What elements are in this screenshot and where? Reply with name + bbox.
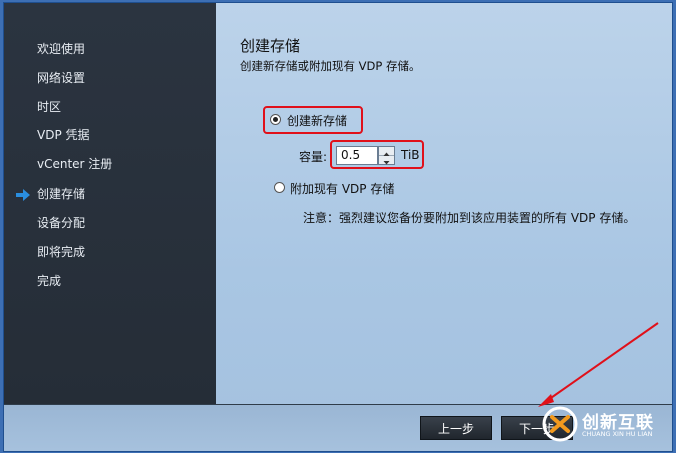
step-device-allocation[interactable]: 设备分配 (37, 215, 85, 231)
capacity-input[interactable]: 0.5 (336, 146, 378, 165)
step-create-storage[interactable]: 创建存储 (37, 186, 85, 202)
back-button[interactable]: 上一步 (420, 416, 492, 440)
spin-up-icon[interactable] (379, 147, 394, 156)
step-time-zone[interactable]: 时区 (37, 99, 61, 115)
arrow-right-icon (16, 189, 30, 201)
attach-note: 注意：强烈建议您备份要附加到该应用装置的所有 VDP 存储。 (303, 211, 636, 225)
watermark-logo: 创新互联 CHUANG XIN HU LIAN (540, 404, 676, 444)
step-network-settings[interactable]: 网络设置 (37, 70, 85, 86)
capacity-label: 容量: (299, 150, 328, 164)
radio-create-new-storage-label[interactable]: 创建新存储 (287, 112, 347, 129)
capacity-unit: TiB (401, 148, 420, 162)
page-title: 创建存储 (240, 37, 301, 55)
capacity-stepper[interactable] (378, 146, 395, 165)
step-ready-to-complete[interactable]: 即将完成 (37, 244, 85, 260)
watermark-subtext: CHUANG XIN HU LIAN (582, 430, 653, 438)
page-subtitle: 创建新存储或附加现有 VDP 存储。 (240, 59, 421, 73)
radio-attach-existing-storage-label[interactable]: 附加现有 VDP 存储 (290, 180, 394, 197)
radio-attach-existing-storage[interactable] (274, 182, 285, 193)
logo-mark-icon (542, 406, 578, 442)
step-vdp-credentials[interactable]: VDP 凭据 (37, 127, 90, 143)
radio-create-new-storage[interactable] (270, 114, 281, 125)
main-content: 创建存储 创建新存储或附加现有 VDP 存储。 (216, 3, 672, 404)
step-vcenter-registration[interactable]: vCenter 注册 (37, 156, 112, 172)
step-welcome[interactable]: 欢迎使用 (37, 41, 85, 57)
wizard-steps-sidebar: 欢迎使用 网络设置 时区 VDP 凭据 vCenter 注册 创建存储 设备分配… (4, 3, 216, 404)
spin-down-icon[interactable] (379, 156, 394, 165)
step-complete[interactable]: 完成 (37, 273, 61, 289)
wizard-window: 欢迎使用 网络设置 时区 VDP 凭据 vCenter 注册 创建存储 设备分配… (3, 2, 673, 452)
